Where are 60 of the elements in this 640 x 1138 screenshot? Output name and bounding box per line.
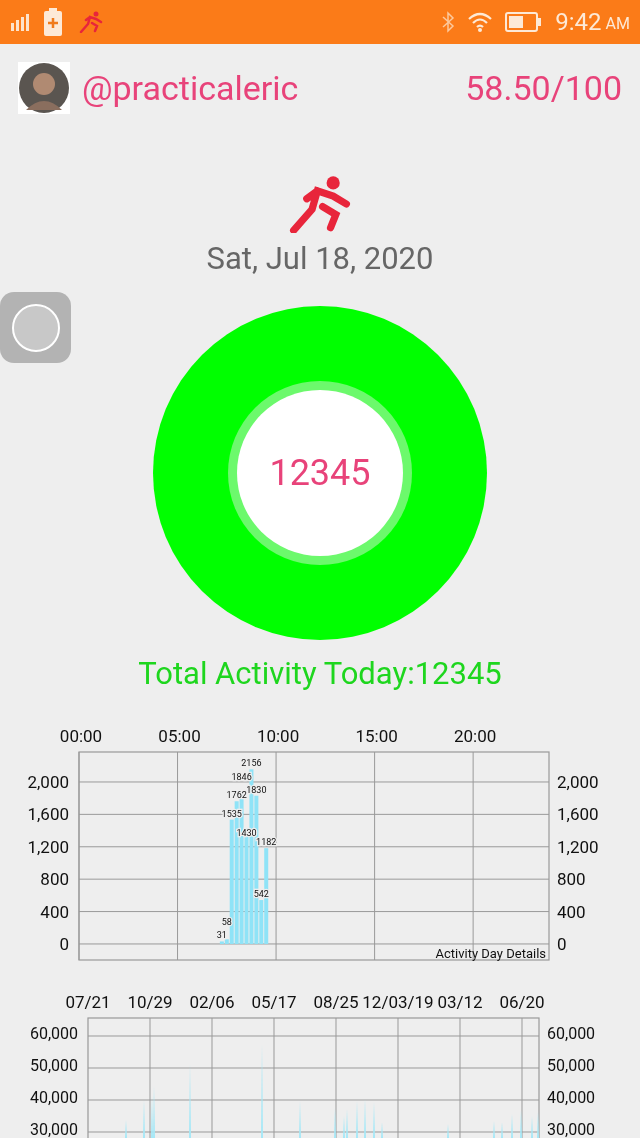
x-axis-label: 07/21: [65, 992, 111, 1012]
score: 58.50/100: [465, 66, 622, 110]
x-axis-label: 05:00: [158, 726, 201, 746]
y-axis-label: 1,600: [557, 804, 599, 825]
x-axis-label: 10/29: [127, 992, 173, 1012]
signal-icon: [10, 13, 32, 31]
wifi-icon: [467, 11, 494, 33]
x-axis-label: 20:00: [453, 726, 497, 746]
bar-value-label: 1535: [221, 808, 242, 819]
y-axis-label: 1,200: [557, 836, 599, 857]
y-axis-label: 30,000: [29, 1120, 78, 1138]
bar-value-label: 58: [221, 917, 232, 928]
x-axis-label: 15:00: [355, 726, 398, 746]
x-axis-label: 02/06: [189, 992, 235, 1012]
y-axis-label: 0: [59, 933, 69, 954]
y-axis-label: 0: [557, 933, 567, 954]
y-axis-label: 400: [40, 901, 69, 922]
y-axis-label: 400: [557, 901, 586, 922]
y-axis-label: 2,000: [27, 771, 69, 792]
bar-value-label: 542: [253, 889, 269, 900]
y-axis-label: 800: [557, 869, 586, 890]
y-axis-label: 50,000: [29, 1056, 78, 1075]
floating-button[interactable]: [0, 292, 71, 363]
y-axis-label: 1,600: [27, 804, 69, 825]
y-axis-label: 30,000: [547, 1120, 596, 1138]
y-axis-label: 40,000: [29, 1088, 78, 1107]
y-axis-label: 1,200: [27, 836, 69, 857]
avatar: [18, 62, 70, 114]
bar-value-label: 1182: [256, 837, 277, 848]
username: @practicaleric: [82, 66, 299, 110]
runner-icon: [79, 11, 103, 33]
y-axis-label: 60,000: [547, 1024, 596, 1043]
x-axis-label: 08/25: [313, 992, 359, 1012]
bar-value-label: 1846: [231, 772, 252, 783]
x-axis-label: 10:00: [256, 726, 300, 746]
bar-value-label: 1830: [246, 784, 267, 795]
chart-caption: Activity Day Details: [435, 946, 546, 961]
clock-period: AM: [605, 16, 630, 32]
x-axis-label: 00:00: [59, 726, 103, 746]
x-axis-label: 05/17: [251, 992, 297, 1012]
bluetooth-icon: [441, 11, 456, 33]
battery-icon: [505, 12, 542, 32]
y-axis-label: 50,000: [547, 1056, 596, 1075]
battery-charging-icon: [43, 8, 63, 36]
y-axis-label: 60,000: [29, 1024, 78, 1043]
total-activity: Total Activity Today:12345: [138, 658, 502, 689]
x-axis-label: 06/20: [499, 992, 545, 1012]
y-axis-label: 40,000: [547, 1088, 596, 1107]
bar-value-label: 31: [216, 930, 227, 941]
date-label: Sat, Jul 18, 2020: [206, 243, 434, 274]
bar-value-label: 1762: [226, 790, 247, 801]
x-axis-label: 03/12: [437, 992, 483, 1012]
bar-value-label: 1430: [236, 828, 257, 839]
runner-icon: [287, 175, 353, 233]
y-axis-label: 2,000: [557, 771, 599, 792]
ring-value: 12345: [269, 451, 371, 496]
x-axis-label: 12/03/19: [362, 992, 434, 1012]
bar-value-label: 2156: [241, 758, 262, 769]
clock-time: 9:42: [555, 10, 602, 34]
y-axis-label: 800: [40, 869, 69, 890]
